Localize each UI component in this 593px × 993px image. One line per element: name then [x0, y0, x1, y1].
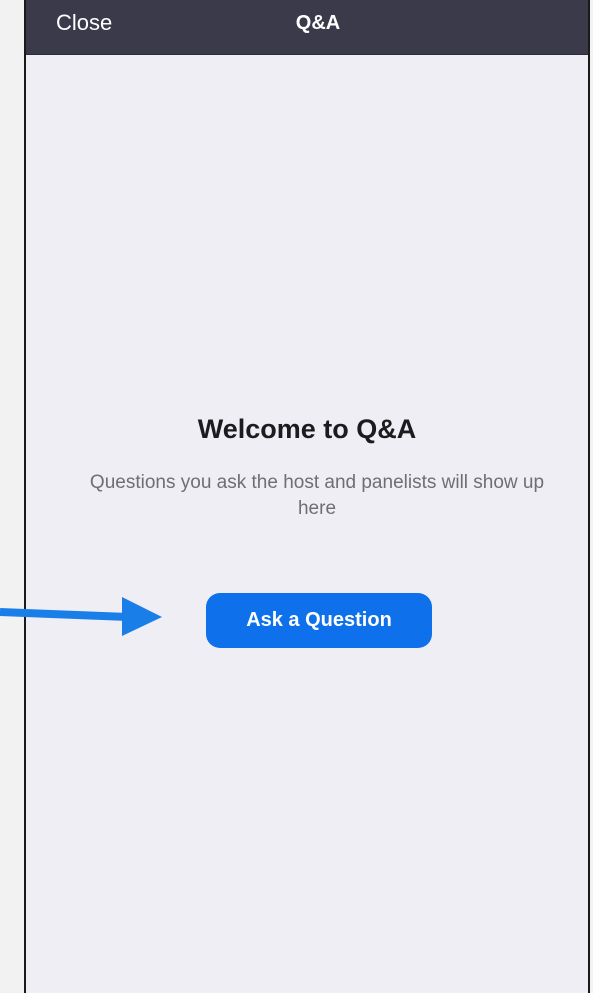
- welcome-title: Welcome to Q&A: [197, 414, 417, 444]
- welcome-subtitle: Questions you ask the host and panelists…: [89, 472, 545, 519]
- ask-question-button[interactable]: Ask a Question: [206, 593, 432, 648]
- nav-bar: Close Q&A: [26, 0, 588, 55]
- qa-panel: Close Q&A Welcome to Q&A Questions you a…: [24, 0, 590, 993]
- page-title: Q&A: [295, 12, 341, 34]
- left-margin: [0, 0, 24, 993]
- close-button[interactable]: Close: [56, 9, 112, 37]
